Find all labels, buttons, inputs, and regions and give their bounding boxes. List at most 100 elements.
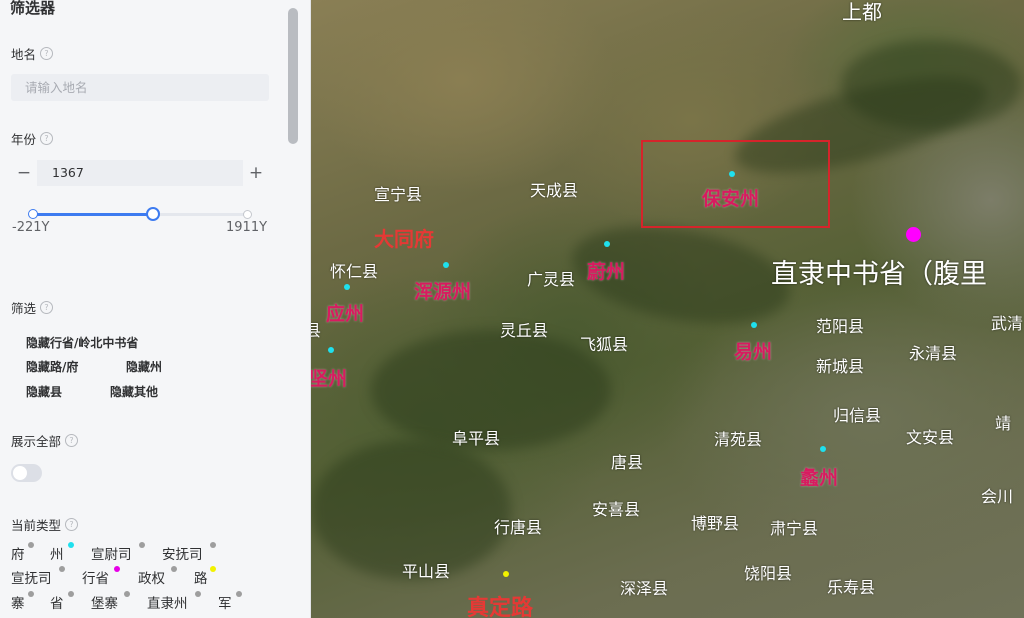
type-item-baozhai[interactable]: 堡寨 [91, 592, 118, 612]
type-dot [236, 591, 242, 597]
type-item-fu[interactable]: 府 [11, 543, 25, 563]
zhou-marker[interactable] [820, 446, 826, 452]
slider-fill [33, 213, 153, 216]
place-label[interactable]: 怀仁县 [330, 258, 378, 282]
place-label[interactable]: 天成县 [530, 177, 578, 201]
zhou-label[interactable]: 浑源州 [414, 277, 471, 304]
type-dot [68, 591, 74, 597]
place-label[interactable]: 行唐县 [494, 514, 542, 538]
hide-lu-fu-checkbox[interactable]: 隐藏路/府 [26, 358, 78, 375]
zhou-marker[interactable] [344, 284, 350, 290]
place-label[interactable]: 乐寿县 [827, 574, 875, 598]
satellite-map[interactable]: 上都 宣宁县 天成县 怀仁县 广灵县 灵丘县 飞狐县 县 范阳县 武清 新城县 … [311, 0, 1024, 618]
year-range-slider[interactable] [33, 213, 247, 216]
type-item-lu[interactable]: 路 [194, 567, 208, 587]
zhou-label[interactable]: 蔚州 [587, 257, 625, 284]
lu-label[interactable]: 真定路 [467, 590, 533, 618]
place-label[interactable]: 新城县 [816, 353, 864, 377]
year-stepper[interactable]: − 1367 + [11, 160, 269, 186]
place-label[interactable]: 会川 [981, 483, 1013, 507]
type-item-anfusi[interactable]: 安抚司 [162, 543, 203, 563]
decrement-button[interactable]: − [11, 160, 37, 186]
place-label[interactable]: 饶阳县 [744, 560, 792, 584]
help-icon[interactable]: ? [65, 518, 79, 531]
place-label[interactable]: 唐县 [611, 449, 643, 473]
range-max-label: 1911Y [226, 220, 268, 235]
hide-xian-checkbox[interactable]: 隐藏县 [26, 383, 62, 400]
place-label[interactable]: 阜平县 [452, 425, 500, 449]
show-all-toggle[interactable] [11, 464, 42, 482]
sidebar-scrollbar[interactable] [288, 8, 298, 144]
place-label[interactable]: 安喜县 [592, 496, 640, 520]
type-item-xuanweisi[interactable]: 宣尉司 [91, 543, 132, 563]
help-icon[interactable]: ? [40, 301, 54, 314]
zhou-label[interactable]: 保安州 [702, 184, 759, 211]
fu-label[interactable]: 大同府 [374, 223, 434, 252]
type-item-zhilizhou[interactable]: 直隶州 [147, 592, 188, 612]
place-label[interactable]: 博野县 [691, 510, 739, 534]
type-dot [59, 566, 65, 572]
year-value-input[interactable]: 1367 [37, 160, 243, 186]
place-label[interactable]: 广灵县 [527, 266, 575, 290]
place-label[interactable]: 永清县 [909, 340, 957, 364]
place-label[interactable]: 县 [311, 317, 321, 341]
place-label[interactable]: 武清 [991, 310, 1023, 334]
slider-start-handle[interactable] [28, 209, 38, 219]
increment-button[interactable]: + [243, 160, 269, 186]
place-label[interactable]: 深泽县 [620, 575, 668, 599]
zhou-marker[interactable] [443, 262, 449, 268]
type-item-sheng[interactable]: 省 [50, 592, 64, 612]
zhou-label[interactable]: 蠡州 [800, 463, 838, 490]
type-item-xingsheng[interactable]: 行省 [82, 567, 109, 587]
type-dot [139, 542, 145, 548]
zhou-label[interactable]: 坚州 [311, 364, 347, 391]
help-icon[interactable]: ? [65, 434, 79, 447]
zhou-marker[interactable] [328, 347, 334, 353]
place-label[interactable]: 宣宁县 [374, 181, 422, 205]
zhou-marker[interactable] [604, 241, 610, 247]
province-label[interactable]: 直隶中书省（腹里 [771, 252, 987, 291]
slider-year-handle[interactable] [145, 207, 160, 221]
filter-panel: 筛选器 地名 ? 年份 ? − 1367 + -221Y 1911Y 筛选 ? … [0, 0, 311, 618]
hide-province-checkbox[interactable]: 隐藏行省/岭北中书省 [26, 334, 138, 351]
lu-marker[interactable] [503, 571, 509, 577]
type-dot [28, 591, 34, 597]
toggle-knob [13, 466, 27, 480]
show-all-label: 展示全部 ? [11, 431, 79, 450]
type-item-zhou[interactable]: 州 [50, 543, 64, 563]
type-item-zhai[interactable]: 寨 [11, 592, 25, 612]
place-label[interactable]: 飞狐县 [580, 331, 628, 355]
zhou-label[interactable]: 易州 [734, 337, 772, 364]
type-item-xuanfusi[interactable]: 宣抚司 [11, 567, 52, 587]
type-dot [114, 566, 120, 572]
zhou-label[interactable]: 应州 [326, 299, 364, 326]
hide-zhou-checkbox[interactable]: 隐藏州 [126, 358, 162, 375]
filter-label: 筛选 ? [11, 298, 54, 317]
hide-other-checkbox[interactable]: 隐藏其他 [110, 383, 158, 400]
type-item-jun[interactable]: 军 [218, 592, 232, 612]
place-label[interactable]: 肃宁县 [770, 515, 818, 539]
panel-title: 筛选器 [10, 0, 56, 17]
type-dot [68, 542, 74, 548]
type-dot [195, 591, 201, 597]
place-label[interactable]: 范阳县 [816, 313, 864, 337]
type-dot [171, 566, 177, 572]
place-name-label: 地名 ? [11, 44, 54, 63]
place-label[interactable]: 上都 [842, 0, 882, 25]
type-item-zhengquan[interactable]: 政权 [138, 567, 165, 587]
place-label[interactable]: 灵丘县 [500, 317, 548, 341]
province-marker[interactable] [906, 227, 921, 242]
range-min-label: -221Y [12, 220, 50, 235]
help-icon[interactable]: ? [40, 47, 54, 60]
place-label[interactable]: 清苑县 [714, 426, 762, 450]
help-icon[interactable]: ? [40, 132, 54, 145]
place-label[interactable]: 归信县 [833, 402, 881, 426]
type-dot [210, 566, 216, 572]
place-search-field[interactable] [11, 74, 269, 101]
zhou-marker[interactable] [751, 322, 757, 328]
place-search-input[interactable] [11, 74, 265, 101]
place-label[interactable]: 靖 [995, 410, 1011, 434]
place-label[interactable]: 平山县 [402, 558, 450, 582]
zhou-marker[interactable] [729, 171, 735, 177]
place-label[interactable]: 文安县 [906, 424, 954, 448]
